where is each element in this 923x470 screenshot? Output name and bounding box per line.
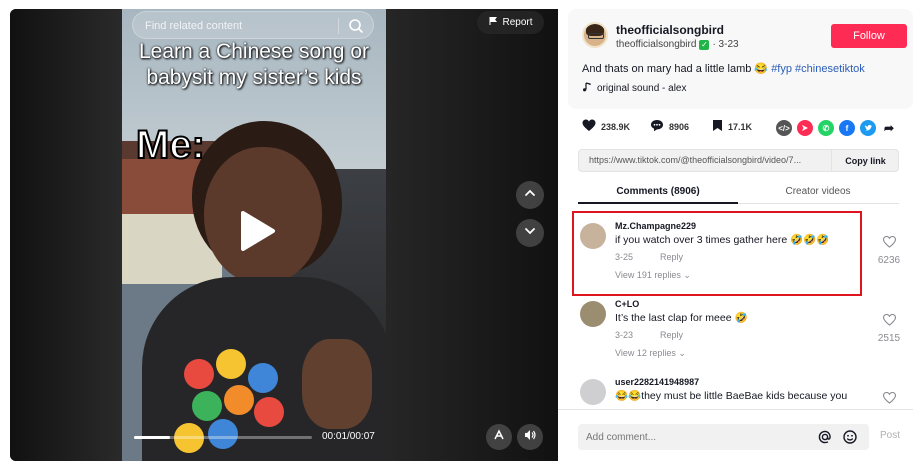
- comment-text: 😂😂they must be little BaeBae kids becaus…: [615, 390, 848, 402]
- sound-name: original sound - alex: [597, 83, 687, 94]
- emoji-icon[interactable]: [842, 429, 858, 445]
- share-arrow-icon[interactable]: ➦: [881, 120, 897, 136]
- shirt-dots: [164, 339, 284, 459]
- chevron-down-icon: [523, 224, 537, 243]
- author-avatar[interactable]: [582, 22, 608, 48]
- author-display-name[interactable]: theofficialsongbird: [616, 23, 724, 37]
- volume-icon: [523, 428, 537, 447]
- chevron-up-icon: [523, 186, 537, 205]
- add-comment-bar: Post: [558, 409, 913, 461]
- heart-icon: [582, 119, 596, 134]
- twitter-icon[interactable]: [860, 120, 876, 136]
- video-player[interactable]: Learn a Chinese song or babysit my siste…: [10, 9, 558, 461]
- whatsapp-icon[interactable]: ✆: [818, 120, 834, 136]
- comment-like-button[interactable]: 6236: [874, 235, 904, 266]
- comment-avatar[interactable]: [580, 379, 606, 405]
- video-overlay-me: Me:: [135, 122, 206, 168]
- comment-username[interactable]: user2282141948987: [615, 377, 699, 387]
- report-label: Report: [502, 17, 533, 28]
- related-search-input[interactable]: [145, 17, 335, 35]
- video-link-bar: https://www.tiktok.com/@theofficialsongb…: [578, 149, 899, 172]
- search-icon[interactable]: [345, 16, 367, 36]
- like-count: 238.9K: [601, 121, 631, 132]
- tab-comments[interactable]: Comments (8906): [578, 186, 738, 197]
- bookmark-icon: [712, 119, 723, 134]
- comment-username[interactable]: C+LO: [615, 299, 639, 309]
- mention-icon[interactable]: [817, 429, 833, 445]
- comment-like-count: 6236: [877, 255, 901, 266]
- comment-tabs: Comments (8906) Creator videos: [578, 182, 899, 204]
- floating-player-button[interactable]: [486, 424, 512, 450]
- verified-icon: ✓: [699, 39, 710, 50]
- comment-like-button[interactable]: 2515: [874, 313, 904, 344]
- video-url: https://www.tiktok.com/@theofficialsongb…: [589, 155, 802, 165]
- facebook-icon[interactable]: f: [839, 120, 855, 136]
- embed-icon[interactable]: </>: [776, 120, 792, 136]
- video-time: 00:01/00:07: [322, 431, 375, 442]
- video-blur-left: [10, 9, 122, 461]
- caption-text: And thats on mary had a little lamb 😂: [582, 63, 772, 75]
- save-count: 17.1K: [728, 121, 753, 132]
- video-caption: And thats on mary had a little lamb 😂 #f…: [582, 62, 865, 75]
- send-to-friends-icon[interactable]: [797, 120, 813, 136]
- next-video-button[interactable]: [516, 219, 544, 247]
- author-username: theofficialsongbird: [616, 39, 697, 50]
- music-note-icon: [582, 82, 591, 95]
- heart-outline-icon: [882, 391, 896, 407]
- comment-avatar[interactable]: [580, 301, 606, 327]
- comment-highlight-box: [572, 211, 862, 296]
- heart-outline-icon: [882, 235, 896, 252]
- tab-creator-videos[interactable]: Creator videos: [738, 186, 898, 197]
- comment-bubble-icon: [650, 119, 664, 134]
- flag-icon: [488, 16, 498, 29]
- action-bar: 238.9K 8906 17.1K </> ✆ f ➦: [582, 119, 912, 139]
- comment-text: It’s the last clap for meee 🤣: [615, 312, 748, 324]
- follow-button[interactable]: Follow: [831, 24, 907, 48]
- report-button[interactable]: Report: [477, 11, 544, 34]
- active-tab-indicator: [578, 202, 738, 204]
- view-replies-button[interactable]: View 12 replies ⌄: [615, 348, 686, 359]
- post-button[interactable]: Post: [880, 430, 900, 441]
- copy-link-button[interactable]: Copy link: [831, 150, 899, 171]
- video-overlay-caption: Learn a Chinese song or babysit my siste…: [139, 40, 369, 89]
- play-icon[interactable]: [237, 209, 277, 253]
- save-button[interactable]: 17.1K: [712, 119, 752, 134]
- comment-date: 3-23: [615, 330, 634, 340]
- author-meta: theofficialsongbird ✓ · 3-23: [616, 39, 739, 50]
- caption-hashtags[interactable]: #fyp #chinesetiktok: [771, 63, 865, 75]
- like-button[interactable]: 238.9K: [582, 119, 630, 134]
- comment-like-button[interactable]: [874, 391, 904, 407]
- post-date: · 3-23: [712, 39, 739, 50]
- previous-video-button[interactable]: [516, 181, 544, 209]
- heart-outline-icon: [882, 313, 896, 330]
- search-divider: [338, 18, 339, 34]
- comment-like-count: 2515: [877, 333, 901, 344]
- floating-player-icon: [492, 428, 506, 447]
- comment-count: 8906: [669, 121, 690, 132]
- comment-button[interactable]: 8906: [650, 119, 689, 134]
- sound-link[interactable]: original sound - alex: [582, 82, 687, 95]
- related-search-box[interactable]: [132, 11, 374, 39]
- video-person-hand: [302, 339, 372, 429]
- author-card: theofficialsongbird theofficialsongbird …: [568, 9, 913, 109]
- reply-button[interactable]: Reply: [660, 330, 683, 340]
- volume-button[interactable]: [517, 424, 543, 450]
- video-progress-fill: [134, 436, 170, 439]
- video-progress-bar[interactable]: [134, 436, 312, 439]
